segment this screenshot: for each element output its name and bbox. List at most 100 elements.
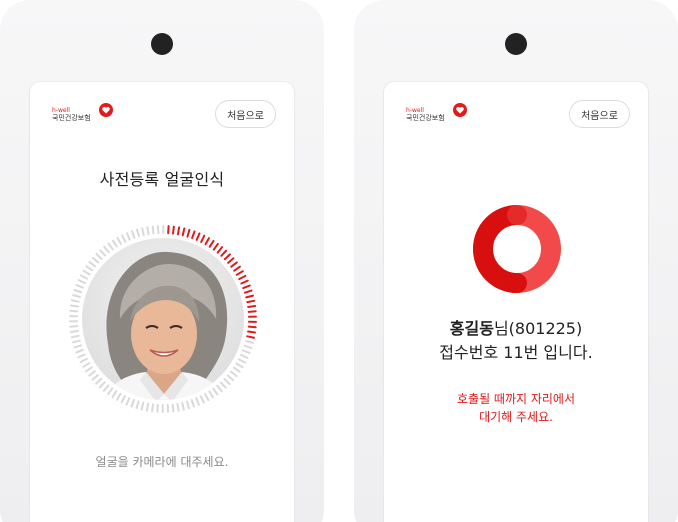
scan-progress-tick: [146, 226, 150, 236]
scan-progress-tick: [176, 226, 181, 236]
scan-progress-tick: [136, 228, 141, 238]
scan-progress-tick: [227, 257, 235, 264]
scan-progress-tick: [71, 339, 81, 344]
scan-progress-tick: [246, 299, 256, 304]
scan-progress-tick: [99, 249, 107, 257]
loading-donut-icon: [473, 205, 561, 293]
scan-progress-tick: [151, 225, 155, 235]
logo-text: 국민건강보험: [406, 114, 445, 122]
scan-progress-tick: [116, 392, 122, 401]
scan-progress-tick: [240, 279, 249, 285]
scan-progress-tick: [246, 335, 256, 339]
scan-progress-tick: [121, 234, 127, 243]
scan-progress-tick: [88, 370, 96, 377]
scan-progress-tick: [72, 294, 81, 298]
scan-progress-tick: [223, 253, 231, 261]
scan-progress-tick: [199, 395, 205, 404]
scan-progress-tick: [85, 265, 94, 272]
scan-progress-tick: [172, 225, 175, 235]
scan-progress-tick: [230, 261, 238, 268]
scan-progress-tick: [235, 362, 244, 369]
scan-progress-tick: [186, 228, 191, 238]
scan-progress-tick: [140, 401, 145, 411]
face-scan-ring-icon: [69, 225, 257, 413]
patient-name-line: 홍길동님(801225): [384, 315, 648, 339]
wait-notice: 호출될 때까지 자리에서 대기해 주세요.: [384, 390, 648, 426]
reception-result-screen: h-well 국민건강보험 처음으로 홍길동님(801225) 접수번호 11번…: [384, 82, 648, 522]
scan-progress-tick: [240, 353, 249, 359]
scan-progress-tick: [235, 270, 244, 276]
scan-progress-tick: [73, 344, 83, 349]
scan-progress-tick: [130, 230, 136, 239]
scan-progress-tick: [135, 400, 140, 410]
scan-progress-tick: [111, 239, 118, 248]
scan-progress-tick: [141, 227, 145, 237]
scan-progress-tick: [151, 403, 154, 413]
wait-notice-line2: 대기해 주세요.: [479, 410, 553, 424]
scan-progress-tick: [77, 353, 86, 359]
scan-progress-tick: [171, 403, 175, 413]
scan-progress-tick: [216, 384, 223, 393]
scan-progress-tick: [176, 402, 180, 412]
scan-progress-tick: [212, 387, 219, 396]
brand-logo: h-well 국민건강보험: [52, 102, 116, 126]
scan-progress-tick: [243, 344, 253, 349]
face-scan-area: [68, 224, 258, 414]
brand-logo: h-well 국민건강보험: [406, 102, 470, 126]
scan-progress-tick: [238, 274, 247, 281]
scan-progress-tick: [70, 334, 80, 339]
scan-progress-tick: [107, 387, 114, 396]
device-reception-result: h-well 국민건강보험 처음으로 홍길동님(801225) 접수번호 11번…: [354, 0, 678, 522]
scan-progress-tick: [232, 366, 241, 373]
home-button[interactable]: 처음으로: [569, 100, 630, 128]
scan-progress-tick: [212, 242, 219, 251]
scan-progress-tick: [82, 362, 91, 368]
scan-progress-tick: [69, 304, 79, 308]
scan-progress-tick: [242, 349, 251, 354]
heart-logo-icon: [99, 103, 113, 117]
home-button[interactable]: 처음으로: [215, 100, 276, 128]
scan-progress-tick: [98, 381, 106, 389]
patient-name: 홍길동: [449, 319, 494, 338]
scan-progress-tick: [181, 401, 185, 411]
scan-progress-tick: [75, 284, 84, 289]
scan-progress-tick: [102, 384, 110, 392]
wait-notice-line1: 호출될 때까지 자리에서: [456, 392, 576, 406]
scan-progress-tick: [191, 230, 196, 240]
scan-progress-tick: [220, 249, 228, 257]
patient-birth: 님(801225): [493, 319, 583, 338]
scan-progress-tick: [242, 284, 251, 290]
heart-logo-icon: [453, 103, 467, 117]
scan-progress-tick: [181, 227, 186, 237]
scan-progress-tick: [91, 256, 100, 264]
reception-number: 접수번호 11번 입니다.: [439, 343, 593, 362]
page-title: 사전등록 얼굴인식: [99, 170, 225, 189]
instruction-text: 얼굴을 카메라에 대주세요.: [95, 455, 229, 469]
scan-progress-tick: [111, 390, 118, 399]
scan-progress-tick: [204, 393, 210, 402]
scan-progress-tick: [226, 374, 235, 382]
scan-progress-tick: [95, 377, 103, 385]
face-recognition-screen: h-well 국민건강보험 처음으로 사전등록 얼굴인식 얼굴을 카메라에 대주…: [30, 82, 294, 522]
scan-progress-tick: [69, 329, 79, 333]
scan-progress-tick: [247, 325, 257, 329]
scan-progress-tick: [195, 232, 201, 241]
scan-progress-tick: [245, 294, 255, 299]
front-camera: [151, 33, 173, 55]
scan-progress-tick: [195, 397, 200, 406]
scan-progress-tick: [69, 325, 79, 328]
front-camera: [505, 33, 527, 55]
scan-progress-tick: [77, 279, 86, 285]
scan-progress-tick: [95, 252, 103, 260]
scan-progress-tick: [70, 299, 80, 303]
scan-progress-tick: [219, 381, 227, 389]
scan-progress-tick: [130, 398, 135, 408]
scan-progress-tick: [120, 395, 126, 404]
logo-text: 국민건강보험: [52, 114, 91, 122]
scan-progress-tick: [243, 289, 253, 294]
scan-progress-tick: [79, 274, 89, 280]
scan-progress-tick: [145, 402, 150, 412]
scan-progress-tick: [216, 246, 224, 254]
scan-progress-tick: [223, 378, 231, 386]
face-photo: [82, 238, 244, 400]
